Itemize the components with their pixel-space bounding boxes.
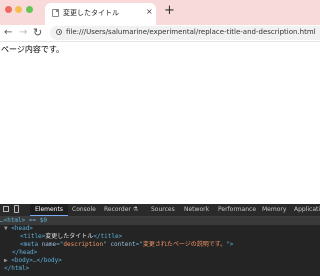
reload-icon[interactable]: ↻ <box>33 25 42 41</box>
dom-meta-eq2: =" <box>135 241 143 248</box>
dom-meta-attr-content: content <box>110 241 136 248</box>
dom-node-title[interactable]: <title>変更したタイトル</title> <box>20 233 122 241</box>
dom-meta-attr-name: name <box>41 241 57 248</box>
dom-title-text: 変更したタイトル <box>45 233 94 240</box>
tab-console[interactable]: Console <box>72 204 96 216</box>
devtools-panel: Elements Console Recorder ⚗ Sources Netw… <box>0 204 320 276</box>
address-bar[interactable]: file:///Users/salumarine/experimental/re… <box>50 26 320 40</box>
dom-html-open: …<html> == $0 <box>0 217 47 224</box>
tab-elements[interactable]: Elements <box>30 204 68 216</box>
tab-application[interactable]: Application <box>294 204 320 216</box>
tab-performance[interactable]: Performance <box>218 204 256 216</box>
window-close-button[interactable] <box>5 6 12 13</box>
dom-body-open: <body> <box>11 257 33 264</box>
tab-network[interactable]: Network <box>184 204 209 216</box>
browser-toolbar: ← → ↻ file:///Users/salumarine/experimen… <box>0 25 320 42</box>
dom-meta-open: <meta <box>20 241 42 248</box>
dom-node-body[interactable]: ▶ <body>…</body> <box>4 257 62 265</box>
dom-node-head[interactable]: ▼ <head> <box>4 225 33 233</box>
dom-node-meta[interactable]: <meta name="description" content="変更されたペ… <box>20 241 233 249</box>
dom-body-close: </body> <box>36 257 62 264</box>
devtools-tab-bar: Elements Console Recorder ⚗ Sources Netw… <box>0 204 320 217</box>
tab-sources[interactable]: Sources <box>151 204 175 216</box>
file-icon <box>52 9 59 17</box>
dom-title-open: <title> <box>20 233 46 240</box>
dom-meta-name-value: description <box>63 241 104 248</box>
device-toolbar-icon[interactable] <box>14 205 19 213</box>
dom-node-html-close[interactable]: </html> <box>4 265 29 273</box>
page-body-text: ページ内容です。 <box>1 45 65 54</box>
back-arrow-icon[interactable]: ← <box>4 25 12 41</box>
tab-recorder[interactable]: Recorder ⚗ <box>104 204 138 216</box>
inspect-element-icon[interactable] <box>3 206 9 212</box>
page-viewport: ページ内容です。 <box>0 42 320 200</box>
dom-node-html[interactable]: …<html> == $0 <box>0 217 320 225</box>
tab-strip: 変更したタイトル × + <box>0 0 320 25</box>
tab-memory[interactable]: Memory <box>262 204 286 216</box>
dom-tree: …<html> == $0 ▼ <head> <title>変更したタイトル</… <box>0 217 320 276</box>
tab-title: 変更したタイトル <box>63 9 119 17</box>
dom-html-close: </html> <box>4 265 30 272</box>
tab-close-icon[interactable]: × <box>146 7 153 17</box>
address-bar-url[interactable]: file:///Users/salumarine/experimental/re… <box>66 28 316 36</box>
browser-tab[interactable]: 変更したタイトル × <box>45 3 156 25</box>
new-tab-icon[interactable]: + <box>164 4 175 18</box>
dom-node-head-close[interactable]: </head> <box>12 249 37 257</box>
dom-meta-content-value: 変更されたページの説明です。 <box>142 241 227 248</box>
dom-meta-close: "> <box>226 241 234 248</box>
dom-head-close: </head> <box>12 249 38 256</box>
collapse-triangle-icon[interactable]: ▼ <box>4 225 8 232</box>
expand-triangle-icon[interactable]: ▶ <box>4 257 8 264</box>
window-zoom-button[interactable] <box>26 6 33 13</box>
info-icon[interactable] <box>56 29 62 35</box>
dom-head-open: <head> <box>11 225 33 232</box>
forward-arrow-icon[interactable]: → <box>19 25 27 41</box>
dom-title-close: </title> <box>93 233 123 240</box>
window-minimize-button[interactable] <box>15 6 22 13</box>
